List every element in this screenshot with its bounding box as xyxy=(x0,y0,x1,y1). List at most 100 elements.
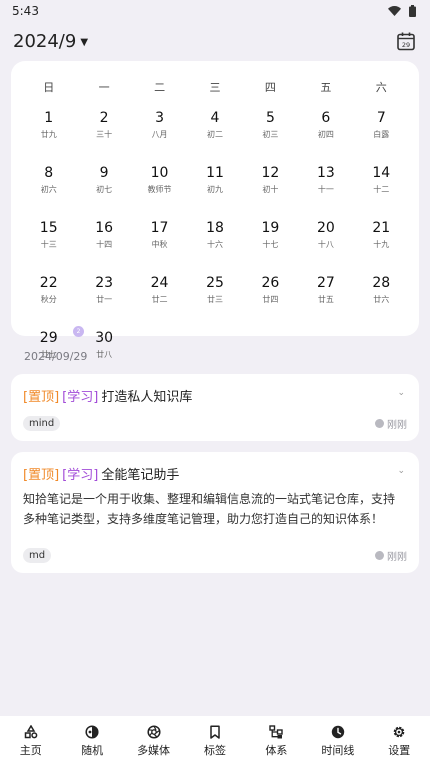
calendar-day[interactable]: 19 十七 xyxy=(243,219,298,262)
lunar-date: 初二 xyxy=(206,130,223,139)
calendar-day[interactable]: 5 初三 xyxy=(243,109,298,152)
lunar-date: 初七 xyxy=(96,185,113,194)
weekday-row: 日 一 二 三 四 五 六 xyxy=(11,61,419,95)
calendar-day[interactable]: 26 廿四 xyxy=(243,274,298,317)
lunar-date: 廿四 xyxy=(262,295,279,304)
note-footer: mind 刚刚 xyxy=(23,416,407,431)
status-time: 5:43 xyxy=(12,4,39,18)
calendar-day[interactable]: 24 廿二 xyxy=(132,274,187,317)
lunar-date: 三十 xyxy=(96,130,113,139)
lunar-date: 廿六 xyxy=(373,295,390,304)
weekday-label: 六 xyxy=(375,81,387,94)
lunar-date: 十二 xyxy=(373,185,390,194)
lunar-date: 秋分 xyxy=(40,295,57,304)
calendar-day[interactable]: 21 十九 xyxy=(354,219,409,262)
note-card[interactable]: [置顶] [学习] 全能笔记助手 ⌄ 知拾笔记是一个用于收集、整理和编辑信息流的… xyxy=(11,452,419,573)
day-number: 8 xyxy=(44,165,54,181)
calendar-day[interactable]: 8 初六 xyxy=(21,164,76,207)
lunar-date: 廿三 xyxy=(206,295,223,304)
calendar-day[interactable]: 11 初九 xyxy=(187,164,242,207)
day-number: 18 xyxy=(206,220,224,236)
weekday-label: 二 xyxy=(154,81,166,94)
calendar-day[interactable]: 17 中秋 xyxy=(132,219,187,262)
bottom-nav: 主页 随机 多媒体 标签 体系 时间线 设置 xyxy=(0,716,430,766)
month-selector[interactable]: 2024/9 ▼ xyxy=(13,31,88,52)
calendar-day[interactable]: 13 十一 xyxy=(298,164,353,207)
calendar-day[interactable]: 23 廿一 xyxy=(76,274,131,317)
note-time-text: 刚刚 xyxy=(387,552,407,563)
nav-item-home[interactable]: 主页 xyxy=(0,716,61,766)
calendar-day[interactable]: 15 十三 xyxy=(21,219,76,262)
calendar-day[interactable]: 16 十四 xyxy=(76,219,131,262)
wifi-icon xyxy=(388,6,401,16)
day-number: 24 xyxy=(150,275,169,291)
nav-item-system[interactable]: 体系 xyxy=(246,716,307,766)
header: 2024/9 ▼ 29 xyxy=(0,26,430,56)
calendar-day[interactable]: 2 三十 xyxy=(76,109,131,152)
clock-icon xyxy=(331,725,345,738)
bookmark-icon xyxy=(210,724,220,739)
calendar-day[interactable]: 10 教师节 xyxy=(132,164,187,207)
note-body: 知拾笔记是一个用于收集、整理和编辑信息流的一站式笔记仓库，支持多种笔记类型，支持… xyxy=(23,492,396,526)
calendar-day[interactable]: 25 廿三 xyxy=(187,274,242,317)
calendar-day[interactable]: 20 十八 xyxy=(298,219,353,262)
nav-item-random[interactable]: 随机 xyxy=(61,716,122,766)
day-number: 7 xyxy=(376,110,386,126)
note-footer: md 刚刚 xyxy=(23,548,407,563)
day-number: 11 xyxy=(206,165,224,181)
chevron-down-icon[interactable]: ⌄ xyxy=(397,466,405,476)
lunar-date: 十三 xyxy=(40,240,57,249)
day-number: 14 xyxy=(372,165,391,181)
status-icons xyxy=(388,5,416,17)
note-title: [置顶] [学习] 全能笔记助手 xyxy=(23,464,407,483)
aperture-icon xyxy=(147,724,161,739)
nav-item-timeline[interactable]: 时间线 xyxy=(307,716,368,766)
calendar-day[interactable]: 4 初二 xyxy=(187,109,242,152)
category-label: [学习] xyxy=(62,390,99,405)
pin-label: [置顶] xyxy=(23,468,60,483)
lunar-date: 教师节 xyxy=(147,185,172,194)
calendar-grid: 1 廿九 2 三十 3 八月 4 初二 5 初三 6 初四 7 白露 8 初六 9 初七 10 教师节 11 初九 12 初十… xyxy=(11,95,419,372)
chevron-down-icon[interactable]: ⌄ xyxy=(397,388,405,398)
note-tag-chip[interactable]: mind xyxy=(23,416,61,431)
day-number: 30 xyxy=(95,330,114,346)
nav-item-media[interactable]: 多媒体 xyxy=(123,716,184,766)
note-card[interactable]: [置顶] [学习] 打造私人知识库 ⌄ mind 刚刚 xyxy=(11,374,419,441)
nav-item-settings[interactable]: 设置 xyxy=(369,716,430,766)
calendar-day[interactable]: 7 白露 xyxy=(354,109,409,152)
selected-date-label: 2024/09/29 xyxy=(24,350,88,363)
day-number: 15 xyxy=(39,220,58,236)
calendar-day[interactable]: 1 廿九 xyxy=(21,109,76,152)
day-number: 22 xyxy=(39,275,58,291)
calendar-day[interactable]: 28 廿六 xyxy=(354,274,409,317)
day-number: 20 xyxy=(316,220,335,236)
note-title: [置顶] [学习] 打造私人知识库 xyxy=(23,386,407,405)
lunar-date: 初十 xyxy=(262,185,279,194)
day-number: 3 xyxy=(155,110,165,126)
calendar-day[interactable]: 27 廿五 xyxy=(298,274,353,317)
lunar-date: 初九 xyxy=(206,185,223,194)
nav-label: 体系 xyxy=(265,743,288,757)
lunar-date: 初四 xyxy=(317,130,334,139)
calendar-day[interactable]: 9 初七 xyxy=(76,164,131,207)
day-number: 12 xyxy=(261,165,280,181)
calendar-day[interactable]: 14 十二 xyxy=(354,164,409,207)
nav-label: 多媒体 xyxy=(137,743,171,757)
calendar-day[interactable]: 12 初十 xyxy=(243,164,298,207)
note-tag-chip[interactable]: md xyxy=(23,548,52,563)
day-number: 23 xyxy=(95,275,114,291)
lunar-date: 十六 xyxy=(206,240,223,249)
nav-item-tags[interactable]: 标签 xyxy=(184,716,245,766)
calendar-day[interactable]: 3 八月 xyxy=(132,109,187,152)
nav-label: 时间线 xyxy=(321,743,355,757)
day-number: 10 xyxy=(150,165,169,181)
calendar-today-button[interactable]: 29 xyxy=(396,31,416,51)
note-time-text: 刚刚 xyxy=(387,420,407,431)
calendar-day[interactable]: 22 秋分 xyxy=(21,274,76,317)
calendar-day[interactable]: 18 十六 xyxy=(187,219,242,262)
lunar-date: 初六 xyxy=(40,185,57,194)
calendar-day[interactable]: 6 初四 xyxy=(298,109,353,152)
lunar-date: 十四 xyxy=(96,240,113,249)
note-time: 刚刚 xyxy=(375,548,407,563)
day-number: 19 xyxy=(261,220,280,236)
